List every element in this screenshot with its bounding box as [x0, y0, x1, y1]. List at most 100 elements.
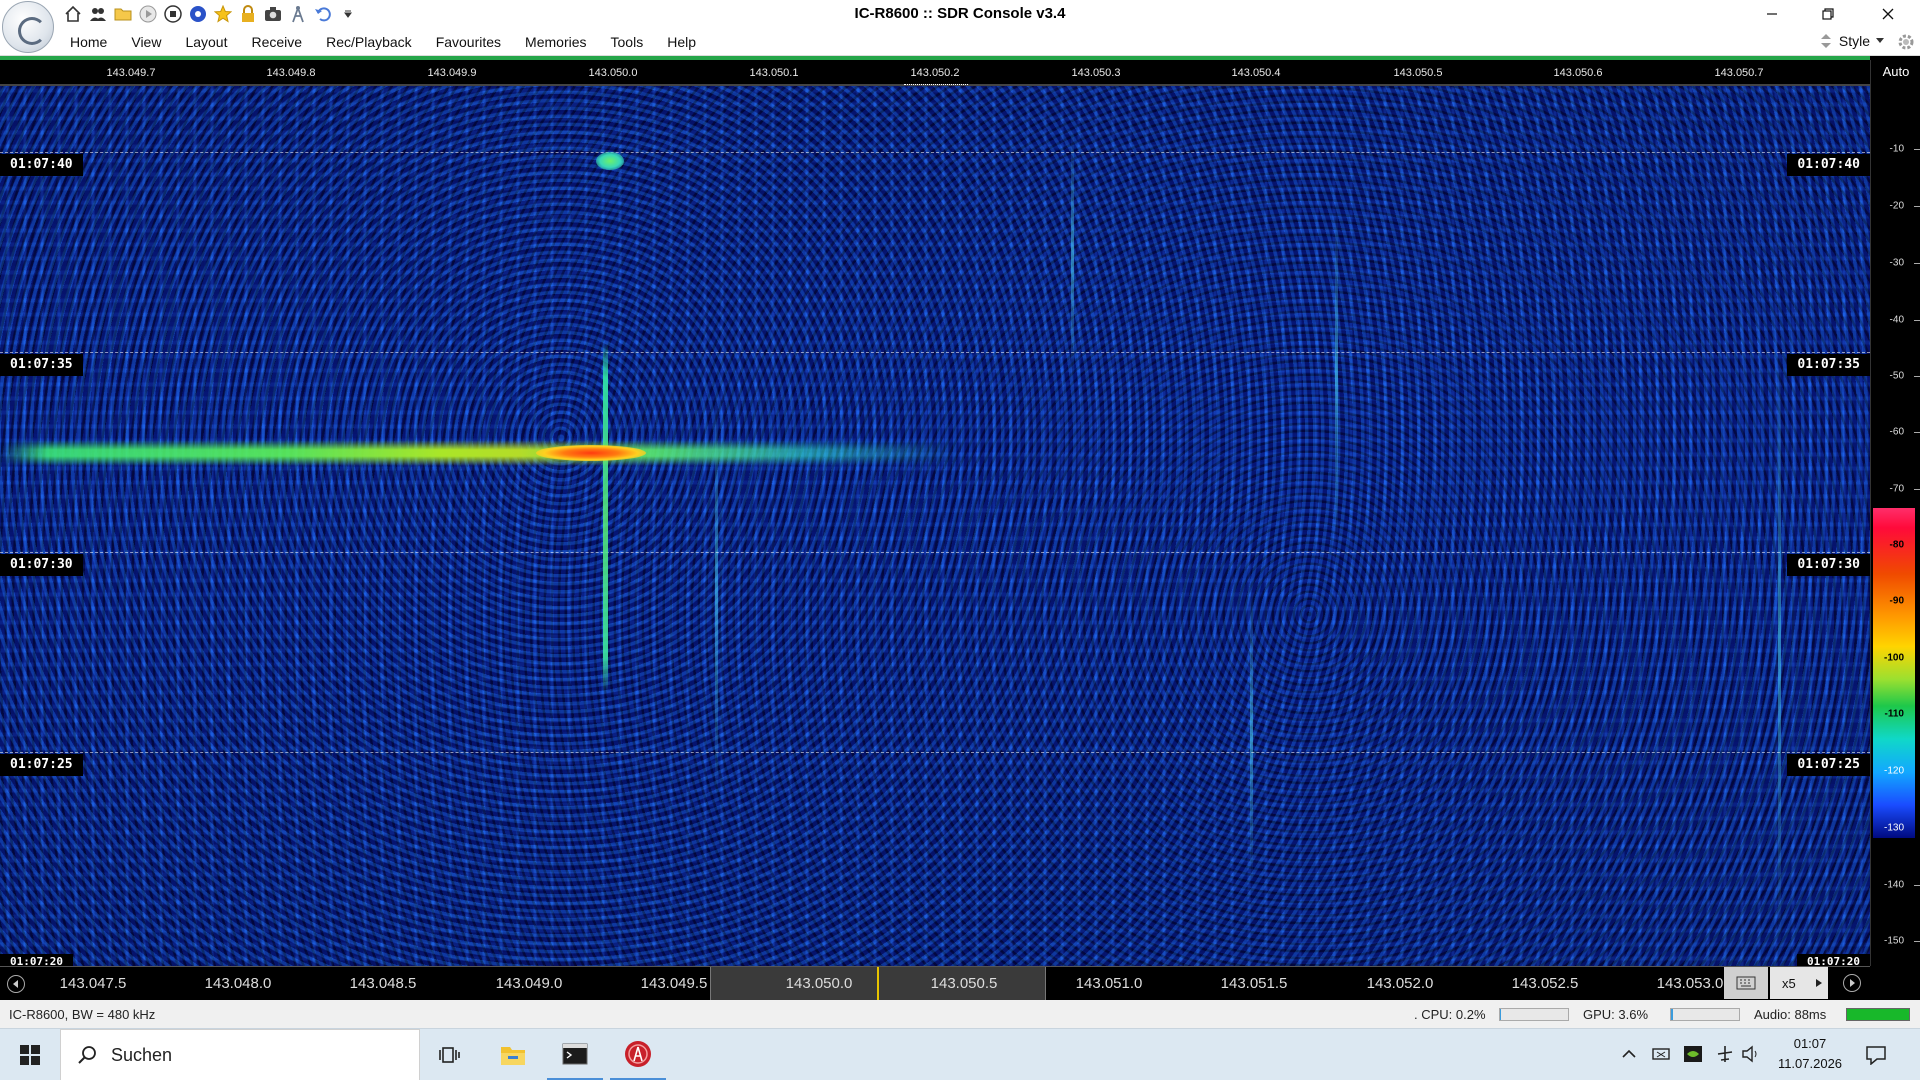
- time-label-right: 01:07:25: [1787, 754, 1870, 776]
- camera-icon[interactable]: [262, 3, 284, 25]
- time-label-left: 01:07:25: [0, 754, 83, 776]
- scroll-right-button[interactable]: [1843, 974, 1861, 992]
- cpu-meter: [1499, 1008, 1569, 1021]
- gpu-meter: [1670, 1008, 1740, 1021]
- freq-scale-label: 143.051.0: [1075, 975, 1143, 992]
- db-tick: -110: [1884, 708, 1904, 720]
- tray-network-icon[interactable]: [1650, 1043, 1672, 1065]
- favourite-star-icon[interactable]: [212, 3, 234, 25]
- signal-blip: [596, 152, 624, 170]
- db-tick-mark: [1914, 432, 1920, 433]
- time-label-right: 01:07:30: [1787, 554, 1870, 576]
- status-bar: IC-R8600, BW = 480 kHz . CPU: 0.2% GPU: …: [0, 1000, 1920, 1028]
- taskbar-clock[interactable]: 01:07 11.07.2026: [1768, 1034, 1852, 1074]
- level-scale[interactable]: Auto -10 -20 -30 -40 -50 -60 -70 -80 -90…: [1870, 60, 1920, 966]
- db-tick: -120: [1883, 765, 1904, 777]
- quick-access-toolbar: [62, 3, 359, 25]
- minimize-button[interactable]: [1744, 0, 1800, 28]
- freq-scale-label: 143.052.5: [1511, 975, 1579, 992]
- record-icon[interactable]: [187, 3, 209, 25]
- zoom-selector[interactable]: x5: [1770, 967, 1828, 999]
- frequency-scale-bar[interactable]: 143.047.5 143.048.0 143.048.5 143.049.0 …: [0, 966, 1870, 1001]
- taskbar-terminal[interactable]: [547, 1029, 603, 1080]
- users-icon[interactable]: [87, 3, 109, 25]
- freq-scale-label: 143.048.0: [204, 975, 272, 992]
- close-button[interactable]: [1856, 0, 1920, 28]
- frequency-ruler[interactable]: 143.049.7 143.049.8 143.049.9 143.050.0 …: [0, 60, 1870, 86]
- vfo-marker[interactable]: [877, 967, 879, 1001]
- lock-icon[interactable]: [237, 3, 259, 25]
- notification-center-button[interactable]: [1862, 1041, 1890, 1069]
- antenna-icon[interactable]: [287, 3, 309, 25]
- db-tick: -30: [1889, 257, 1904, 269]
- cpu-usage: . CPU: 0.2%: [1414, 1007, 1486, 1022]
- tray-overflow-chevron-icon[interactable]: [1618, 1043, 1640, 1065]
- style-menu[interactable]: Style: [1819, 33, 1884, 49]
- signal-peak: [536, 445, 646, 461]
- start-button[interactable]: [0, 1029, 60, 1080]
- restore-button[interactable]: [1800, 0, 1856, 28]
- freq-tick: 143.050.1: [749, 67, 799, 79]
- taskbar-sdr-console[interactable]: [610, 1029, 666, 1080]
- freq-tick: 143.050.0: [588, 67, 638, 79]
- freq-tick: 143.050.5: [1393, 67, 1443, 79]
- db-tick: -40: [1889, 314, 1904, 326]
- clock-date: 11.07.2026: [1777, 1056, 1843, 1071]
- db-tick: -10: [1889, 143, 1904, 155]
- tray-nvidia-icon[interactable]: [1682, 1043, 1704, 1065]
- undo-icon[interactable]: [312, 3, 334, 25]
- audio-latency: Audio: 88ms: [1754, 1007, 1827, 1022]
- scroll-left-button[interactable]: [7, 975, 25, 993]
- taskbar-search[interactable]: Suchen: [60, 1029, 420, 1080]
- ribbon-tabs: Home View Layout Receive Rec/Playback Fa…: [58, 28, 708, 56]
- taskbar-file-explorer[interactable]: [485, 1029, 541, 1080]
- dropdown-icon[interactable]: [337, 3, 359, 25]
- noise-streak: [1250, 586, 1253, 886]
- tab-rec-playback[interactable]: Rec/Playback: [314, 28, 424, 56]
- db-tick: -70: [1889, 483, 1904, 495]
- task-view-button[interactable]: [422, 1029, 478, 1080]
- tab-layout[interactable]: Layout: [173, 28, 239, 56]
- windows-taskbar: Suchen 01:07 11.07.2026: [0, 1028, 1920, 1080]
- stop-icon[interactable]: [162, 3, 184, 25]
- db-tick-mark: [1914, 320, 1920, 321]
- db-tick: -150: [1883, 935, 1904, 947]
- search-placeholder: Suchen: [111, 1044, 173, 1065]
- application-menu-button[interactable]: [2, 1, 54, 53]
- time-gridline: [0, 152, 1870, 153]
- folder-icon: [501, 1047, 525, 1065]
- time-label-left: 01:07:30: [0, 554, 83, 576]
- terminal-icon: [562, 1043, 588, 1064]
- db-tick: -140: [1883, 879, 1904, 891]
- db-tick-mark: [1914, 941, 1920, 942]
- notification-icon: [1866, 1046, 1886, 1065]
- play-icon[interactable]: [137, 3, 159, 25]
- colour-level-bar[interactable]: [1873, 508, 1915, 838]
- time-label-left: 01:07:35: [0, 354, 83, 376]
- tray-volume-icon[interactable]: [1740, 1043, 1762, 1065]
- settings-gear-icon[interactable]: [1896, 32, 1916, 52]
- tab-view[interactable]: View: [119, 28, 173, 56]
- keyboard-button[interactable]: [1724, 967, 1768, 999]
- auto-level-button[interactable]: Auto: [1871, 64, 1920, 79]
- db-tick: -80: [1889, 539, 1904, 551]
- db-tick: -20: [1889, 200, 1904, 212]
- tab-home[interactable]: Home: [58, 28, 119, 56]
- folder-icon[interactable]: [112, 3, 134, 25]
- noise-streak: [1778, 346, 1781, 956]
- tab-receive[interactable]: Receive: [240, 28, 315, 56]
- freq-tick: 143.050.7: [1714, 67, 1764, 79]
- tab-tools[interactable]: Tools: [599, 28, 656, 56]
- freq-scale-label: 143.052.0: [1366, 975, 1434, 992]
- tray-airplane-icon[interactable]: [1714, 1043, 1736, 1065]
- style-updown-icon: [1820, 34, 1831, 48]
- freq-tick: 143.050.2: [910, 67, 960, 79]
- db-tick: -60: [1889, 426, 1904, 438]
- tab-favourites[interactable]: Favourites: [424, 28, 513, 56]
- time-gridline: [0, 752, 1870, 753]
- home-icon[interactable]: [62, 3, 84, 25]
- tab-help[interactable]: Help: [655, 28, 708, 56]
- clock-time: 01:07: [1793, 1036, 1827, 1051]
- waterfall-display[interactable]: 01:07:40 01:07:40 01:07:35 01:07:35 01:0…: [0, 86, 1870, 966]
- tab-memories[interactable]: Memories: [513, 28, 598, 56]
